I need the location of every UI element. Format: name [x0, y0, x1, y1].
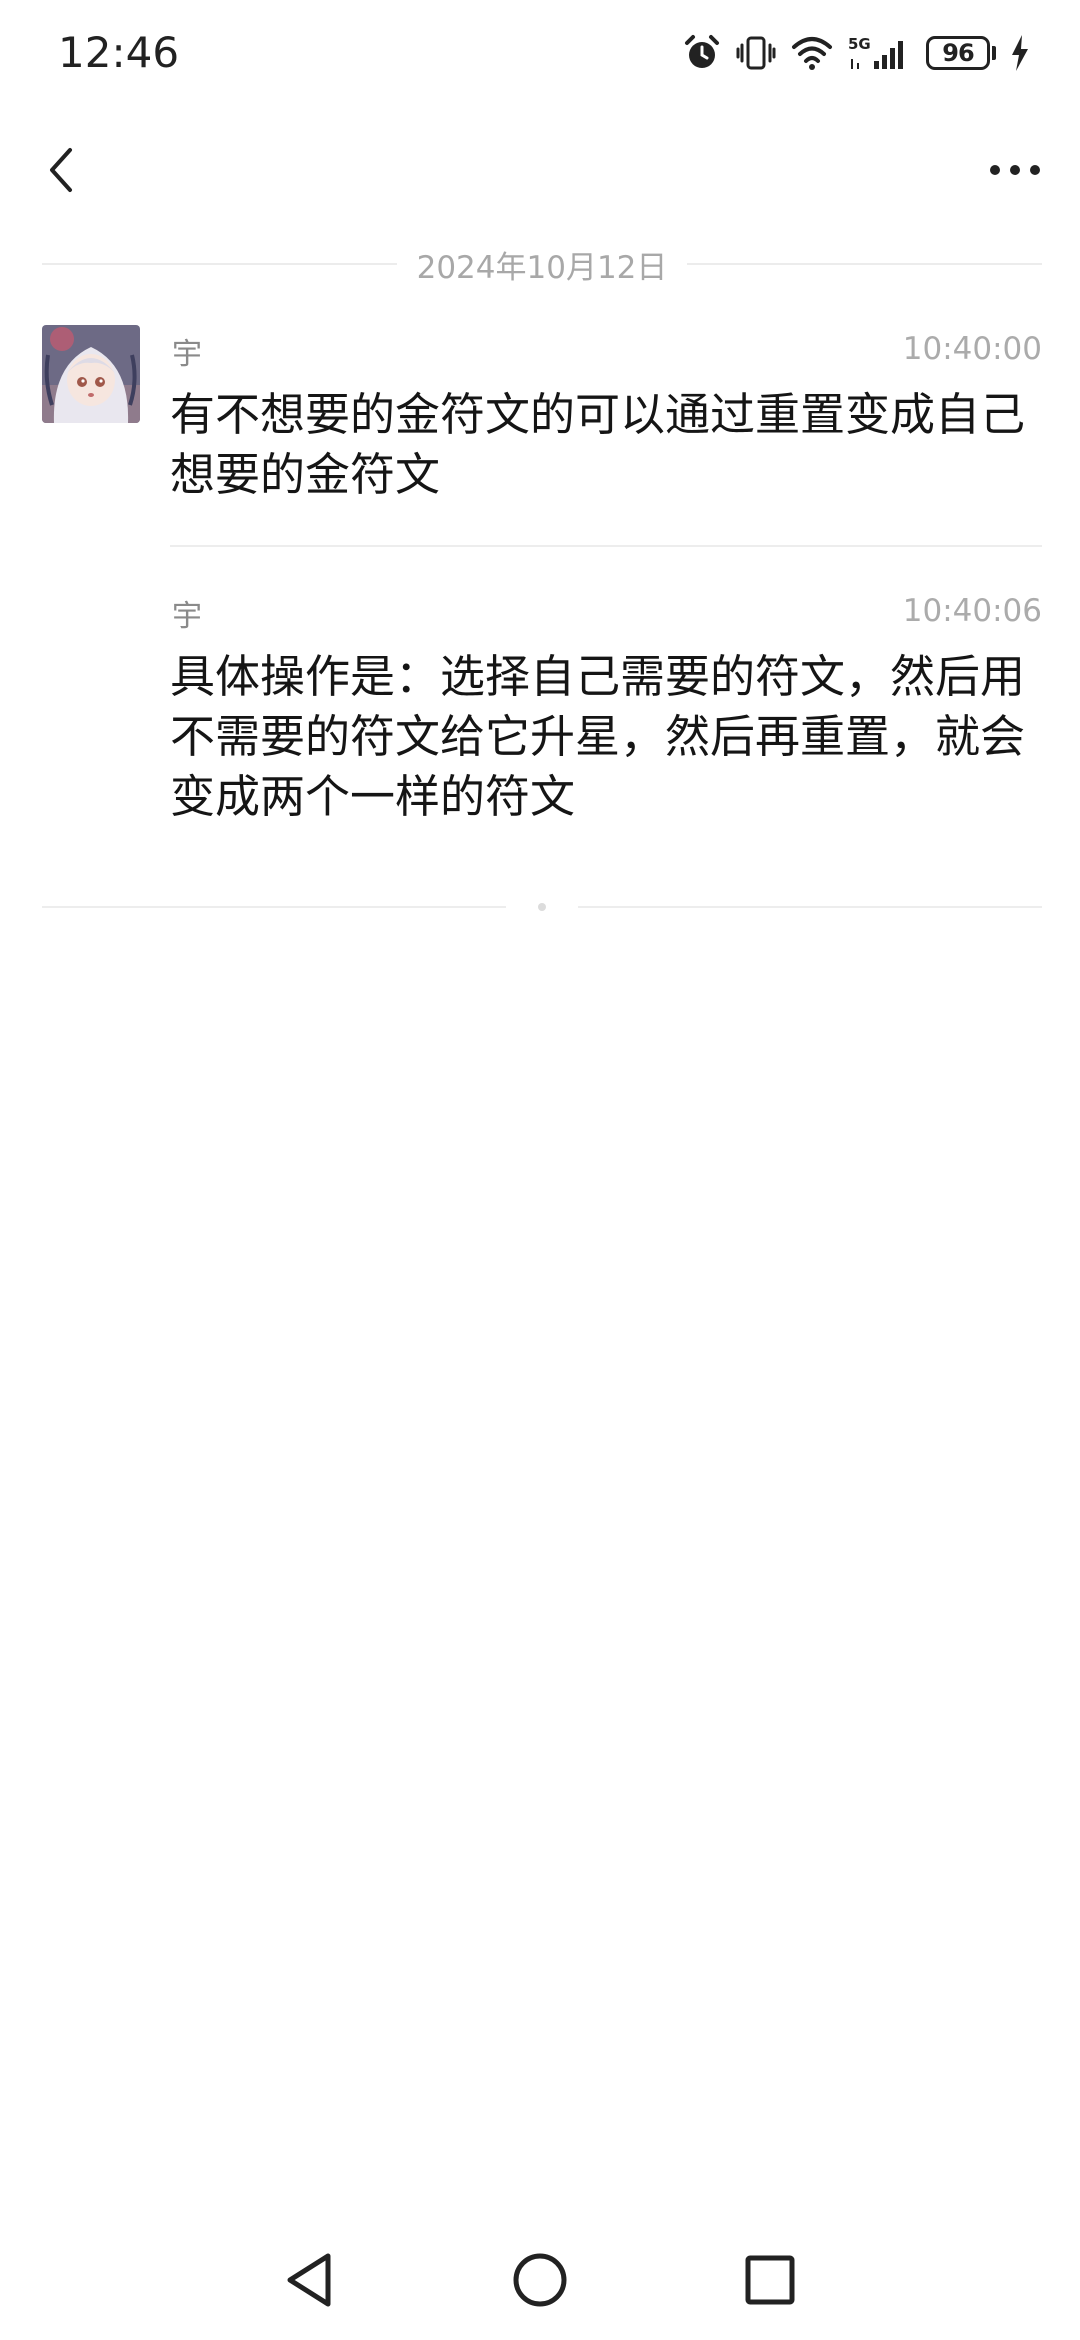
battery-level: 96 — [926, 36, 990, 70]
end-of-messages-divider — [42, 892, 1042, 922]
nav-back-icon — [287, 2253, 331, 2307]
message-item[interactable]: 宇 10:40:06 具体操作是：选择自己需要的符文，然后用不需要的符文给它升星… — [170, 587, 1042, 827]
alarm-icon — [682, 33, 722, 73]
date-divider: 2024年10月12日 — [42, 240, 1043, 288]
message-text: 有不想要的金符文的可以通过重置变成自己想要的金符文 — [170, 388, 1026, 501]
signal-5g-icon: 5G — [848, 33, 912, 73]
message-time: 10:40:06 — [902, 593, 1042, 629]
chevron-left-icon — [50, 148, 72, 192]
vibrate-icon — [736, 33, 776, 73]
wifi-icon — [790, 33, 834, 73]
charging-icon — [1010, 33, 1030, 73]
status-bar: 12:46 5G 96 — [0, 0, 1080, 110]
message-divider — [170, 545, 1042, 547]
svg-text:5G: 5G — [848, 35, 871, 53]
chat-header — [0, 110, 1080, 230]
date-label: 2024年10月12日 — [416, 249, 668, 286]
nav-home-icon — [513, 2253, 567, 2307]
message-item[interactable]: 宇 10:40:00 有不想要的金符文的可以通过重置变成自己想要的金符文 — [170, 325, 1042, 505]
avatar[interactable] — [42, 325, 140, 423]
message-meta: 宇 10:40:06 — [170, 587, 1042, 635]
nav-recents-icon — [745, 2255, 795, 2305]
battery-icon: 96 — [926, 36, 996, 70]
status-time: 12:46 — [58, 28, 180, 77]
system-nav-bar — [0, 2220, 1080, 2340]
back-button[interactable] — [30, 138, 90, 202]
message-sender: 宇 — [172, 337, 202, 372]
message-time: 10:40:00 — [902, 331, 1042, 367]
nav-back-button[interactable] — [270, 2240, 350, 2320]
nav-recents-button[interactable] — [730, 2240, 810, 2320]
message-sender: 宇 — [172, 599, 202, 634]
more-horizontal-icon — [990, 165, 1040, 175]
nav-home-button[interactable] — [500, 2240, 580, 2320]
message-meta: 宇 10:40:00 — [170, 325, 1042, 373]
message-text: 具体操作是：选择自己需要的符文，然后用不需要的符文给它升星，然后再重置，就会变成… — [170, 650, 1026, 823]
more-options-button[interactable] — [980, 138, 1050, 202]
status-icons: 5G 96 — [682, 30, 1030, 76]
